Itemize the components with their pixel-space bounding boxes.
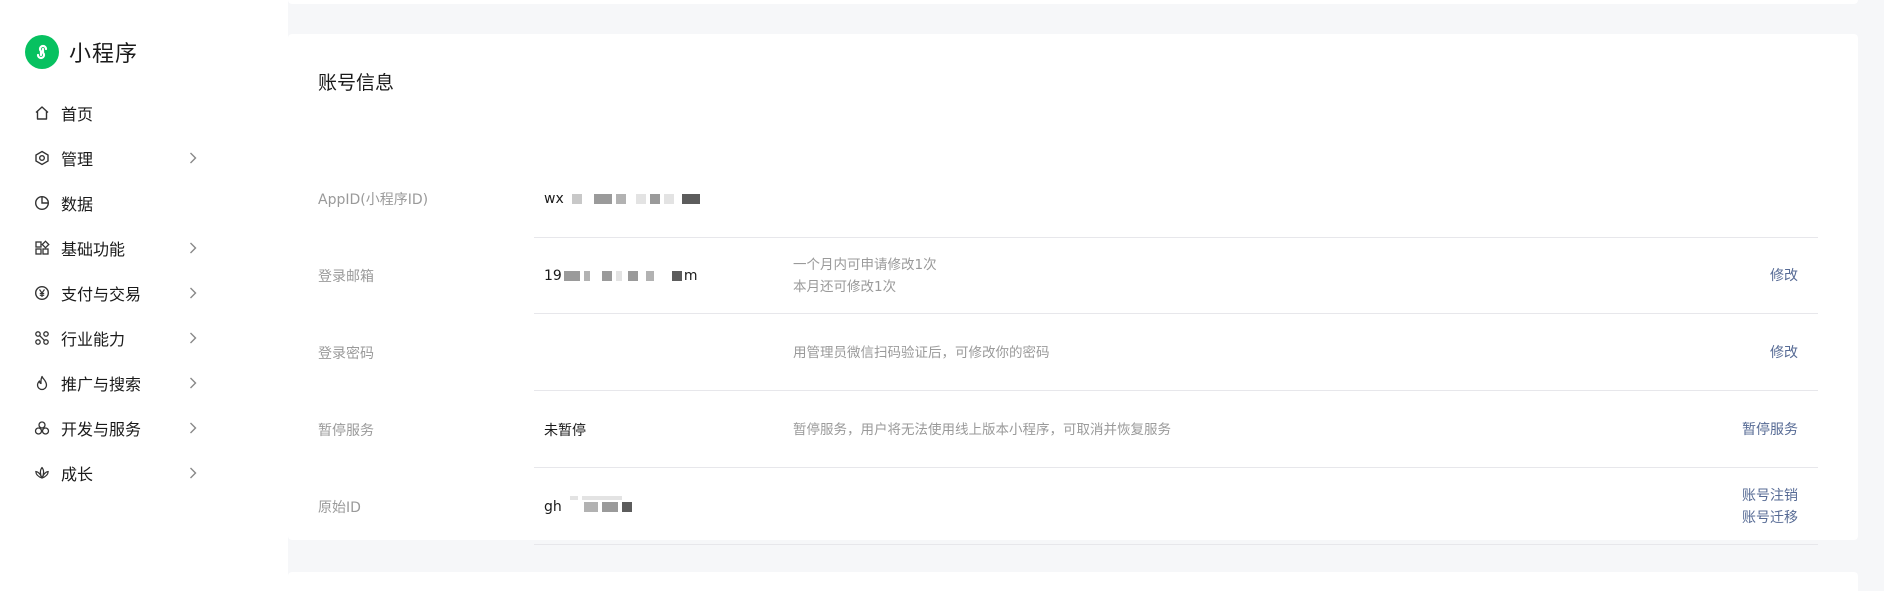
row-actions: 账号注销 账号迁移 xyxy=(1742,487,1798,527)
row-actions: 暂停服务 xyxy=(1742,421,1798,439)
sidebar: 小程序 首页 管理 数据 基础功能 支付与交易 行业能力 推广与搜索 开发与服务… xyxy=(0,0,288,591)
value-text: 19 xyxy=(544,267,562,284)
sidebar-item-label: 行业能力 xyxy=(61,330,126,349)
yen-coin-icon xyxy=(33,284,51,302)
sidebar-item-label: 推广与搜索 xyxy=(61,375,142,394)
value-text: gh xyxy=(544,498,562,515)
sidebar-item-label: 开发与服务 xyxy=(61,420,142,439)
login-email-row: 登录邮箱 19 m 一个月内可申请修改1次 本月还可修改1次 修改 xyxy=(288,237,1858,314)
previous-card xyxy=(288,0,1858,4)
pause-desc: 暂停服务，用户将无法使用线上版本小程序，可取消并恢复服务 xyxy=(793,419,1171,441)
flame-icon xyxy=(33,374,51,392)
grid-apps-icon xyxy=(33,239,51,257)
hexagon-settings-icon xyxy=(33,149,51,167)
email-value: 19 m xyxy=(544,268,697,284)
chevron-right-icon xyxy=(186,420,200,436)
chevron-right-icon xyxy=(186,285,200,301)
login-password-row: 登录密码 用管理员微信扫码验证后，可修改你的密码 修改 xyxy=(288,314,1858,391)
sidebar-item-growth[interactable]: 成长 xyxy=(0,453,288,493)
chevron-right-icon xyxy=(186,330,200,346)
original-id-value: gh xyxy=(544,495,634,515)
pause-service-row: 暂停服务 未暂停 暂停服务，用户将无法使用线上版本小程序，可取消并恢复服务 暂停… xyxy=(288,391,1858,468)
redacted-mask xyxy=(562,270,684,281)
sidebar-item-payment[interactable]: 支付与交易 xyxy=(0,273,288,313)
row-label: 原始ID xyxy=(318,499,361,516)
desc-line: 用管理员微信扫码验证后，可修改你的密码 xyxy=(793,344,1050,361)
pie-chart-icon xyxy=(33,194,51,212)
sidebar-item-label: 支付与交易 xyxy=(61,285,142,304)
sidebar-item-data[interactable]: 数据 xyxy=(0,183,288,223)
sidebar-item-promotion[interactable]: 推广与搜索 xyxy=(0,363,288,403)
redacted-mask xyxy=(570,193,702,204)
edit-password-link[interactable]: 修改 xyxy=(1770,344,1798,362)
original-id-row: 原始ID gh 账号注销 账号迁移 xyxy=(288,468,1858,545)
chevron-right-icon xyxy=(186,240,200,256)
row-label: 登录密码 xyxy=(318,345,374,362)
chevron-right-icon xyxy=(186,465,200,481)
cluster-circles-icon xyxy=(33,419,51,437)
sidebar-item-label: 成长 xyxy=(61,465,94,484)
sidebar-item-dev-services[interactable]: 开发与服务 xyxy=(0,408,288,448)
desc-line: 一个月内可申请修改1次 xyxy=(793,256,937,273)
brand[interactable]: 小程序 xyxy=(25,35,138,69)
row-actions: 修改 xyxy=(1770,344,1798,362)
sidebar-item-label: 数据 xyxy=(61,195,94,214)
sidebar-item-industry[interactable]: 行业能力 xyxy=(0,318,288,358)
account-migrate-link[interactable]: 账号迁移 xyxy=(1742,509,1798,527)
brand-name: 小程序 xyxy=(69,42,139,67)
account-cancel-link[interactable]: 账号注销 xyxy=(1742,487,1798,505)
row-label: AppID(小程序ID) xyxy=(318,191,429,208)
sidebar-item-label: 管理 xyxy=(61,150,94,169)
network-nodes-icon xyxy=(33,329,51,347)
sidebar-item-manage[interactable]: 管理 xyxy=(0,138,288,178)
sidebar-item-label: 基础功能 xyxy=(61,240,126,259)
row-divider xyxy=(534,544,1818,545)
row-actions: 修改 xyxy=(1770,267,1798,285)
lotus-icon xyxy=(33,464,51,482)
email-desc: 一个月内可申请修改1次 本月还可修改1次 xyxy=(793,254,937,298)
home-icon xyxy=(33,104,51,122)
card-title: 账号信息 xyxy=(318,72,395,94)
appid-value: wx xyxy=(544,191,702,207)
pause-service-link[interactable]: 暂停服务 xyxy=(1742,421,1798,439)
sidebar-item-home[interactable]: 首页 xyxy=(0,93,288,133)
desc-line: 本月还可修改1次 xyxy=(793,278,897,295)
row-label: 暂停服务 xyxy=(318,422,374,439)
redacted-mask xyxy=(568,495,634,512)
pause-status-value: 未暂停 xyxy=(544,422,586,439)
value-text: m xyxy=(683,267,698,284)
account-info-card: 账号信息 AppID(小程序ID) wx 登录邮箱 19 m 一个月内可申请修改… xyxy=(288,34,1858,545)
next-card xyxy=(288,572,1858,591)
chevron-right-icon xyxy=(186,375,200,391)
sidebar-item-label: 首页 xyxy=(61,105,94,124)
sidebar-item-basic-features[interactable]: 基础功能 xyxy=(0,228,288,268)
value-text: wx xyxy=(544,190,564,207)
chevron-right-icon xyxy=(186,150,200,166)
appid-row: AppID(小程序ID) wx xyxy=(288,160,1858,238)
edit-email-link[interactable]: 修改 xyxy=(1770,267,1798,285)
desc-line: 暂停服务，用户将无法使用线上版本小程序，可取消并恢复服务 xyxy=(793,421,1171,438)
mini-program-logo-icon xyxy=(25,35,59,69)
row-label: 登录邮箱 xyxy=(318,268,374,285)
password-desc: 用管理员微信扫码验证后，可修改你的密码 xyxy=(793,342,1050,364)
